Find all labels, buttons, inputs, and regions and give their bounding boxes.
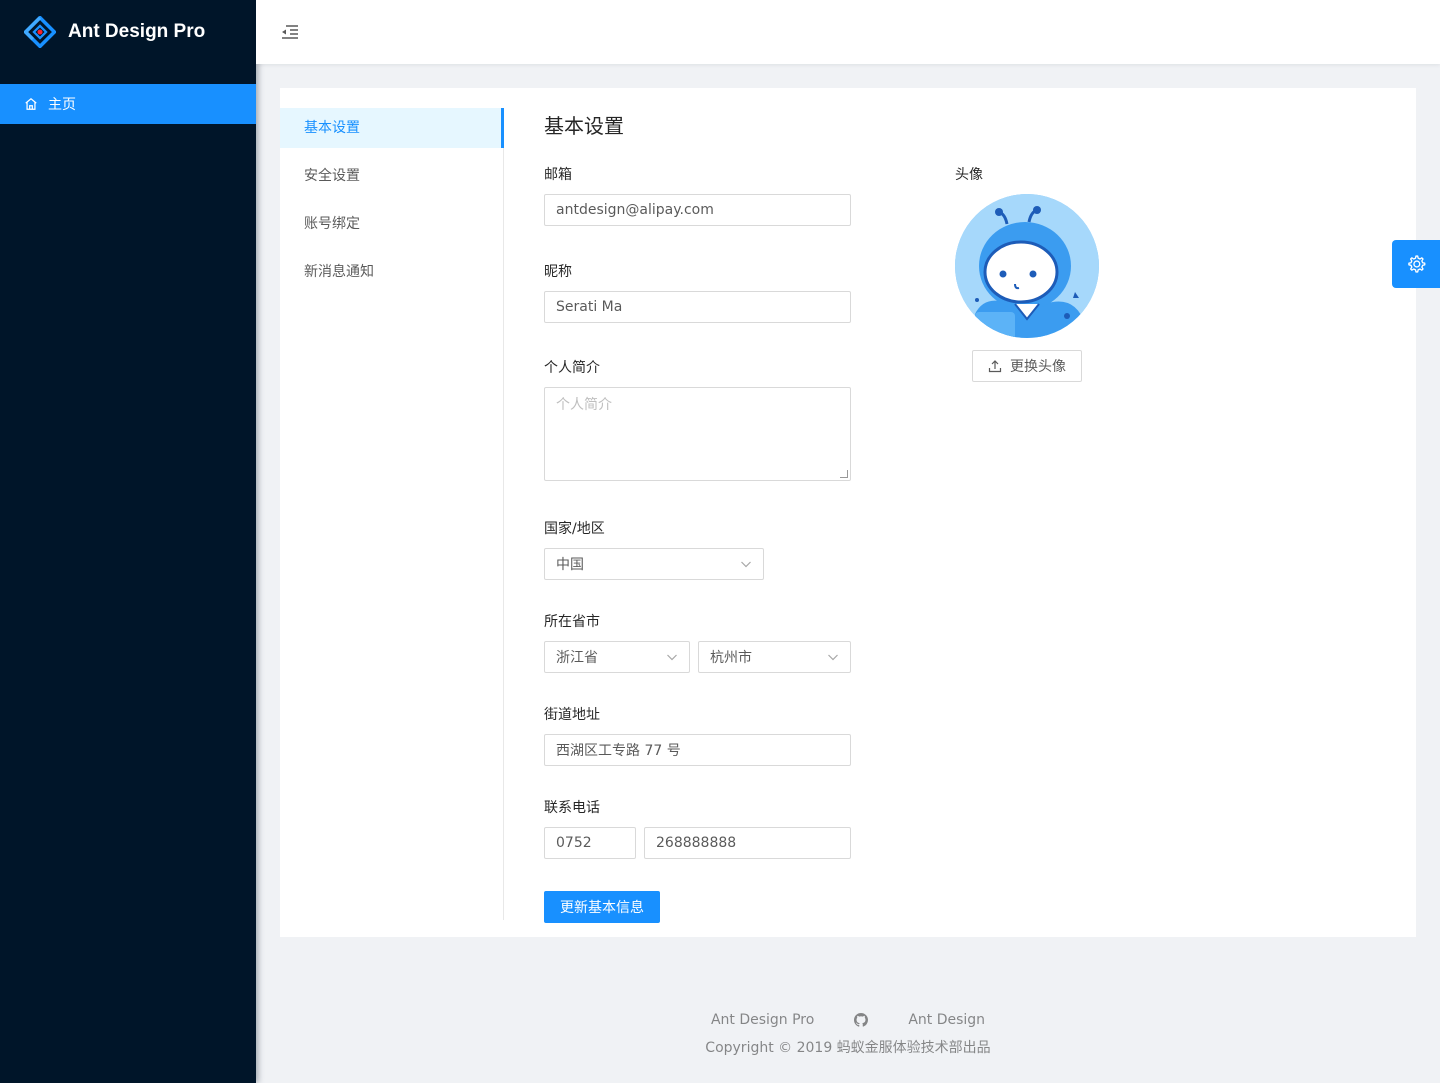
footer-link-ant-design[interactable]: Ant Design bbox=[908, 1012, 985, 1028]
address-field[interactable]: 西湖区工专路 77 号 bbox=[544, 734, 851, 766]
logo[interactable]: Ant Design Pro bbox=[0, 0, 256, 64]
sidebar: Ant Design Pro 主页 bbox=[0, 0, 256, 1083]
settings-menu: 基本设置 安全设置 账号绑定 新消息通知 bbox=[280, 108, 504, 920]
upload-icon bbox=[988, 360, 1002, 373]
avatar bbox=[955, 194, 1099, 338]
address-label: 街道地址 bbox=[544, 707, 600, 723]
nickname-label: 昵称 bbox=[544, 264, 572, 280]
settings-menu-item-notification[interactable]: 新消息通知 bbox=[280, 252, 503, 292]
country-label: 国家/地区 bbox=[544, 521, 605, 537]
sidebar-item-label: 主页 bbox=[48, 97, 76, 113]
avatar-section: 头像 更换头像 bbox=[955, 164, 1115, 382]
avatar-illustration bbox=[955, 194, 1099, 338]
change-avatar-label: 更换头像 bbox=[1010, 359, 1066, 375]
menu-fold-icon[interactable] bbox=[280, 22, 300, 42]
city-value: 杭州市 bbox=[710, 650, 752, 666]
basic-settings-form: 邮箱 antdesign@alipay.com 昵称 Serati Ma 个人简… bbox=[544, 164, 851, 923]
home-icon bbox=[25, 97, 37, 110]
footer: Ant Design Pro Ant Design Copyright © 20… bbox=[256, 1008, 1440, 1057]
chevron-down-icon bbox=[828, 654, 838, 661]
setting-drawer-handle[interactable] bbox=[1392, 240, 1440, 288]
update-info-button[interactable]: 更新基本信息 bbox=[544, 891, 660, 923]
change-avatar-button[interactable]: 更换头像 bbox=[972, 350, 1082, 382]
phone-label: 联系电话 bbox=[544, 800, 600, 816]
ant-design-logo-icon bbox=[24, 16, 56, 48]
chevron-down-icon bbox=[741, 561, 751, 568]
sidebar-item-home[interactable]: 主页 bbox=[0, 84, 256, 124]
phone-area-code-field[interactable]: 0752 bbox=[544, 827, 636, 859]
chevron-down-icon bbox=[667, 654, 677, 661]
avatar-label: 头像 bbox=[955, 167, 983, 183]
settings-menu-item-basic[interactable]: 基本设置 bbox=[280, 108, 504, 148]
region-label: 所在省市 bbox=[544, 614, 600, 630]
city-select[interactable]: 杭州市 bbox=[698, 641, 851, 673]
page-title: 基本设置 bbox=[544, 114, 624, 138]
settings-content: 基本设置 邮箱 antdesign@alipay.com 昵称 Serati M… bbox=[544, 108, 1384, 923]
country-value: 中国 bbox=[556, 557, 584, 573]
profile-placeholder: 个人简介 bbox=[556, 397, 612, 413]
resize-handle[interactable] bbox=[840, 470, 848, 478]
settings-menu-item-binding[interactable]: 账号绑定 bbox=[280, 204, 503, 244]
app-title: Ant Design Pro bbox=[68, 21, 206, 42]
settings-card: 基本设置 安全设置 账号绑定 新消息通知 基本设置 邮箱 antdesign@a… bbox=[280, 88, 1416, 937]
phone-number-field[interactable]: 268888888 bbox=[644, 827, 851, 859]
gear-icon bbox=[1408, 255, 1426, 273]
province-value: 浙江省 bbox=[556, 650, 598, 666]
nickname-field[interactable]: Serati Ma bbox=[544, 291, 851, 323]
province-select[interactable]: 浙江省 bbox=[544, 641, 690, 673]
profile-textarea[interactable]: 个人简介 bbox=[544, 387, 851, 481]
country-select[interactable]: 中国 bbox=[544, 548, 764, 580]
settings-menu-item-security[interactable]: 安全设置 bbox=[280, 156, 503, 196]
email-field[interactable]: antdesign@alipay.com bbox=[544, 194, 851, 226]
header bbox=[256, 0, 1440, 64]
profile-label: 个人简介 bbox=[544, 360, 600, 376]
footer-link-ant-design-pro[interactable]: Ant Design Pro bbox=[711, 1012, 814, 1028]
copyright: Copyright © 2019 蚂蚁金服体验技术部出品 bbox=[705, 1040, 991, 1056]
email-label: 邮箱 bbox=[544, 167, 572, 183]
github-icon[interactable] bbox=[854, 1013, 869, 1027]
